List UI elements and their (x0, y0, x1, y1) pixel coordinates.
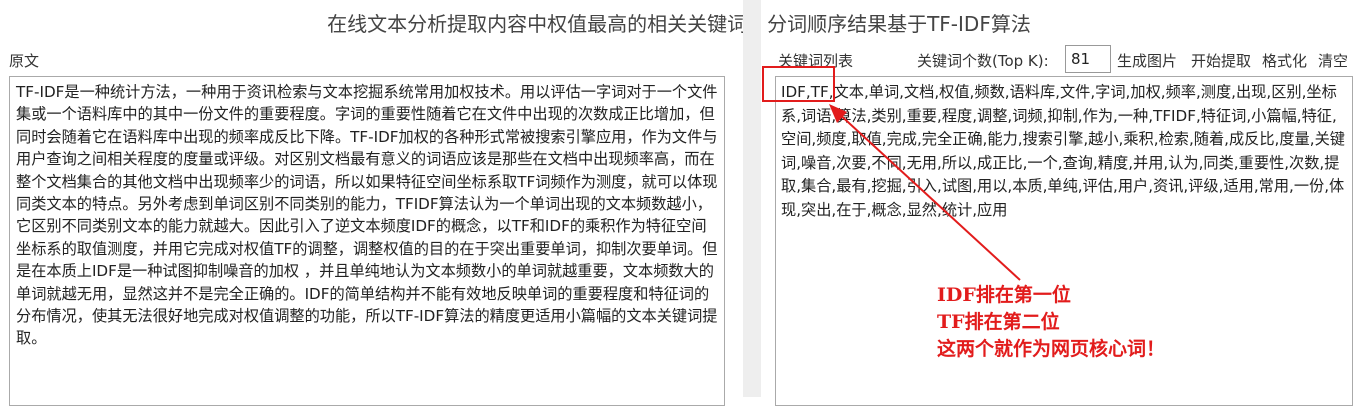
source-label: 原文 (9, 52, 40, 70)
format-button[interactable]: 格式化 (1262, 50, 1307, 71)
annotation-highlight-box (762, 66, 835, 102)
source-textarea[interactable]: TF-IDF是一种统计方法，一种用于资讯检索与文本挖掘系统常用加权技术。用以评估… (9, 76, 725, 406)
start-extract-button[interactable]: 开始提取 (1191, 50, 1251, 71)
generate-image-button[interactable]: 生成图片 (1117, 50, 1177, 71)
topk-input[interactable] (1065, 45, 1111, 73)
annotation-line-2: TF排在第二位 (937, 311, 1060, 333)
topk-label: 关键词个数(Top K): (917, 52, 1049, 70)
annotation-line-1: IDF排在第一位 (937, 284, 1071, 306)
clear-button[interactable]: 清空 (1318, 50, 1348, 71)
annotation-text: IDF排在第一位 TF排在第二位 这两个就作为网页核心词！ (937, 282, 1165, 363)
page-title: 在线文本分析提取内容中权值最高的相关关键词 - 分词顺序结果基于TF-IDF算法 (327, 12, 1031, 36)
annotation-line-3: 这两个就作为网页核心词！ (937, 338, 1166, 360)
panel-divider[interactable] (743, 0, 761, 397)
